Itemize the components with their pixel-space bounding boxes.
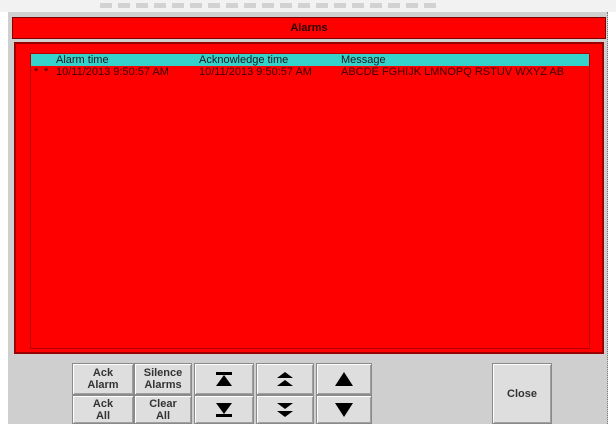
background-toolbar-ghost: [100, 3, 440, 8]
background-window-strip: [0, 0, 616, 12]
dialog-title: Alarms: [290, 22, 328, 34]
column-header-acknowledge-time[interactable]: Acknowledge time: [199, 54, 288, 66]
silence-alarms-button[interactable]: Silence Alarms: [134, 363, 192, 395]
scroll-bottom-button[interactable]: [194, 395, 254, 424]
acknowledge-time-cell: 10/11/2013 9:50:57 AM: [199, 66, 312, 78]
alarm-display-area: Alarm time Acknowledge time Message * * …: [14, 42, 604, 354]
ack-all-button[interactable]: Ack All: [72, 395, 134, 424]
page-down-icon: [277, 402, 293, 417]
clear-all-button[interactable]: Clear All: [134, 395, 192, 424]
close-label: Close: [507, 387, 537, 400]
alarm-list-header: Alarm time Acknowledge time Message: [31, 54, 589, 66]
ack-alarm-label: Ack Alarm: [87, 367, 119, 391]
page-up-icon: [277, 372, 293, 386]
column-header-alarm-time[interactable]: Alarm time: [56, 54, 109, 66]
line-down-button[interactable]: [316, 395, 372, 424]
line-up-button[interactable]: [316, 363, 372, 395]
close-button[interactable]: Close: [492, 363, 552, 424]
silence-alarms-label: Silence Alarms: [143, 367, 183, 391]
ack-alarm-button[interactable]: Ack Alarm: [72, 363, 134, 395]
alarms-dialog: Alarms Alarm time Acknowledge time Messa…: [8, 12, 608, 424]
page-up-button[interactable]: [256, 363, 314, 395]
alarm-row[interactable]: * * 10/11/2013 9:50:57 AM 10/11/2013 9:5…: [31, 66, 589, 78]
active-marker: *: [44, 66, 49, 78]
alarm-list[interactable]: Alarm time Acknowledge time Message * * …: [30, 53, 590, 349]
ack-all-label: Ack All: [92, 397, 114, 422]
line-down-icon: [335, 402, 353, 417]
scroll-top-icon: [216, 372, 232, 386]
scroll-bottom-icon: [216, 402, 232, 417]
alarm-time-cell: 10/11/2013 9:50:57 AM: [56, 66, 169, 78]
line-up-icon: [335, 372, 353, 386]
column-header-message[interactable]: Message: [341, 54, 386, 66]
title-bar: Alarms: [12, 17, 606, 39]
scroll-top-button[interactable]: [194, 363, 254, 395]
unacknowledged-marker: *: [34, 66, 39, 78]
page-down-button[interactable]: [256, 395, 314, 424]
clear-all-label: Clear All: [149, 397, 177, 422]
message-cell: ABCDE FGHIJK LMNOPQ RSTUV WXYZ AB: [341, 66, 565, 78]
